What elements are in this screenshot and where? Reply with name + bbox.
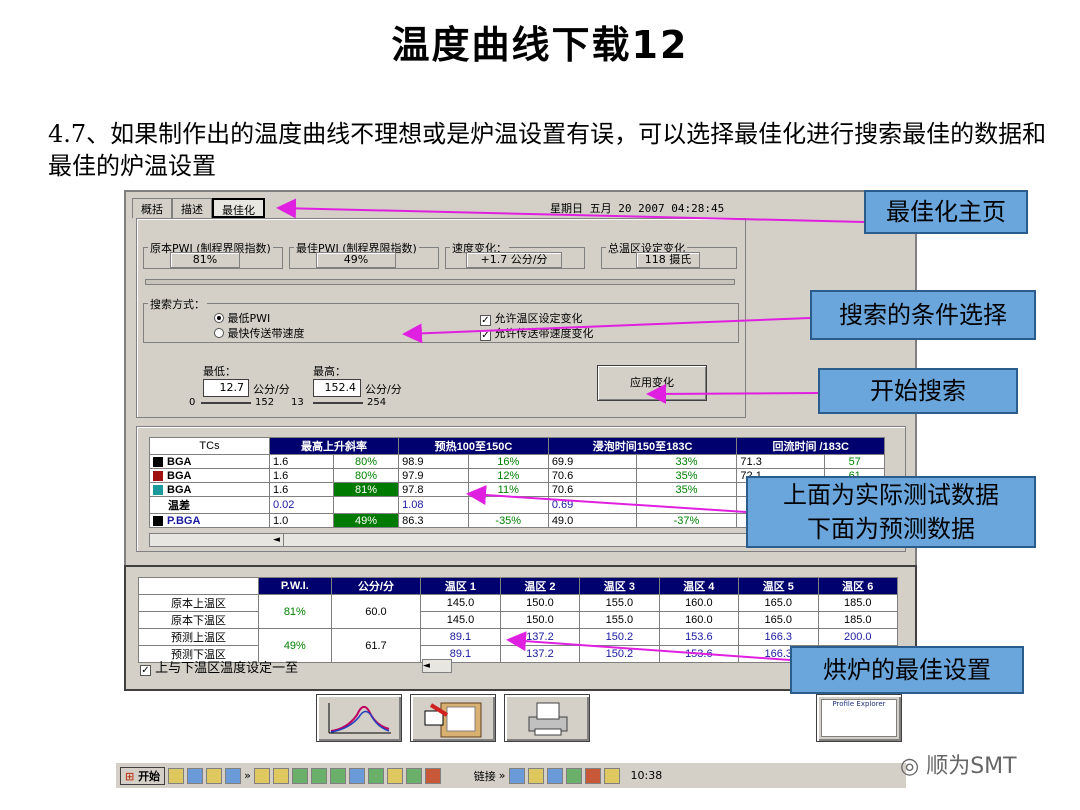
- arrow-to-data: [466, 485, 747, 513]
- callout-arrows: [276, 198, 865, 661]
- arrow-to-zones: [506, 631, 791, 661]
- watermark-text: 顺为SMT: [926, 754, 1017, 779]
- arrow-to-apply: [646, 383, 819, 404]
- watermark: ◎ 顺为SMT: [900, 748, 1017, 780]
- arrow-to-search: [402, 317, 811, 344]
- wechat-icon: ◎: [900, 754, 920, 779]
- arrow-to-tab: [276, 198, 865, 223]
